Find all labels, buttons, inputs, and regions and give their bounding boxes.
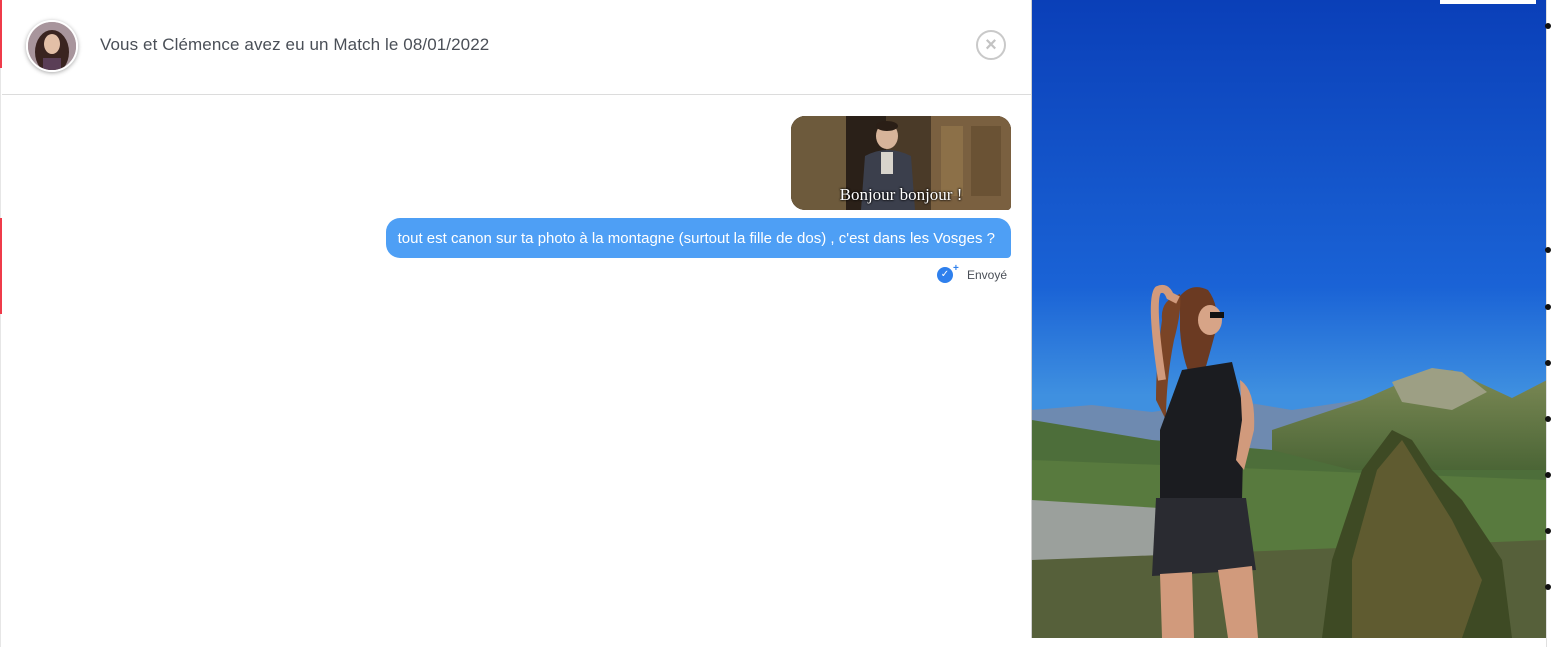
nav-dot[interactable] bbox=[1545, 247, 1551, 253]
photo-bottom-margin bbox=[1031, 638, 1553, 647]
profile-photo[interactable] bbox=[1031, 0, 1547, 638]
chat-panel: Vous et Clémence avez eu un Match le 08/… bbox=[2, 0, 1031, 647]
nav-dot[interactable] bbox=[1545, 528, 1551, 534]
app-root: Vous et Clémence avez eu un Match le 08/… bbox=[0, 0, 1553, 647]
mountain-photo bbox=[1032, 0, 1547, 638]
double-check-icon: ✓ + bbox=[936, 263, 959, 284]
gif-message[interactable]: Bonjour bonjour ! bbox=[791, 116, 1011, 210]
nav-dot[interactable] bbox=[1545, 23, 1551, 29]
nav-dot[interactable] bbox=[1545, 472, 1551, 478]
close-icon[interactable]: × bbox=[976, 30, 1006, 60]
gif-caption: Bonjour bonjour ! bbox=[839, 185, 963, 204]
photo-progress-bar bbox=[1440, 0, 1536, 4]
left-border bbox=[0, 0, 1, 647]
message-status: ✓ + Envoyé bbox=[936, 263, 1007, 284]
avatar-image bbox=[28, 22, 76, 70]
nav-dot[interactable] bbox=[1545, 584, 1551, 590]
chat-header: Vous et Clémence avez eu un Match le 08/… bbox=[2, 0, 1031, 95]
status-label: Envoyé bbox=[966, 268, 1007, 282]
nav-dot[interactable] bbox=[1545, 360, 1551, 366]
match-title: Vous et Clémence avez eu un Match le 08/… bbox=[100, 35, 490, 54]
right-scroll-edge[interactable] bbox=[1546, 0, 1553, 647]
nav-dot[interactable] bbox=[1545, 304, 1551, 310]
match-avatar[interactable] bbox=[26, 20, 78, 72]
text-message[interactable]: tout est canon sur ta photo à la montagn… bbox=[385, 218, 1011, 258]
nav-dot[interactable] bbox=[1545, 416, 1551, 422]
